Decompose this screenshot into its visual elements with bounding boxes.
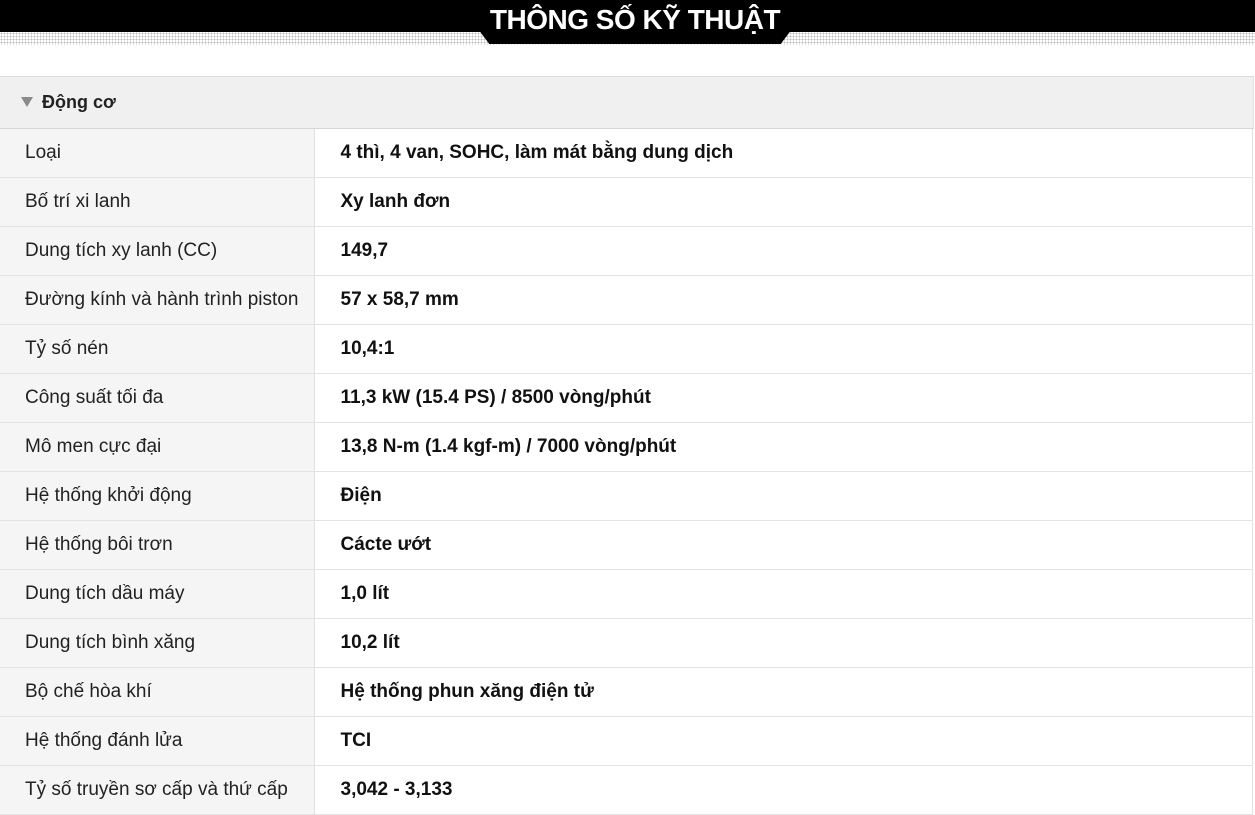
spec-value: 149,7 [314,226,1253,276]
page-title: THÔNG SỐ KỸ THUẬT [489,4,781,35]
spec-row: Đường kính và hành trình piston 57 x 58,… [0,275,1253,325]
spec-row: Dung tích dầu máy 1,0 lít [0,569,1253,619]
spec-row: Bộ chế hòa khí Hệ thống phun xăng điện t… [0,667,1253,717]
spec-value: 57 x 58,7 mm [314,275,1253,325]
spec-table: Loại 4 thì, 4 van, SOHC, làm mát bằng du… [0,129,1253,815]
spec-row: Mô men cực đại 13,8 N-m (1.4 kgf-m) / 70… [0,422,1253,472]
spec-value: 10,2 lít [314,618,1253,668]
spec-row: Hệ thống khởi động Điện [0,471,1253,521]
spec-label: Dung tích dầu máy [0,569,315,619]
spec-label: Dung tích xy lanh (CC) [0,226,315,276]
spec-label: Hệ thống đánh lửa [0,716,315,766]
triangle-down-icon[interactable] [21,97,33,107]
spec-label: Hệ thống bôi trơn [0,520,315,570]
spec-row: Tỷ số truyền sơ cấp và thứ cấp 3,042 - 3… [0,765,1253,815]
spec-value: Hệ thống phun xăng điện tử [314,667,1253,717]
spec-label: Tỷ số nén [0,324,315,374]
spec-value: Điện [314,471,1253,521]
spec-row: Hệ thống bôi trơn Cácte ướt [0,520,1253,570]
spec-label: Đường kính và hành trình piston [0,275,315,325]
spec-label: Loại [0,129,315,178]
spec-label: Tỷ số truyền sơ cấp và thứ cấp [0,765,315,815]
spec-row: Tỷ số nén 10,4:1 [0,324,1253,374]
spec-label: Bộ chế hòa khí [0,667,315,717]
spec-value: 11,3 kW (15.4 PS) / 8500 vòng/phút [314,373,1253,423]
spec-table-body: Loại 4 thì, 4 van, SOHC, làm mát bằng du… [0,129,1253,815]
spec-value: TCI [314,716,1253,766]
spec-value: 1,0 lít [314,569,1253,619]
spec-row: Dung tích xy lanh (CC) 149,7 [0,226,1253,276]
spec-row: Loại 4 thì, 4 van, SOHC, làm mát bằng du… [0,129,1253,178]
spec-row: Hệ thống đánh lửa TCI [0,716,1253,766]
spec-value: Cácte ướt [314,520,1253,570]
section-header-engine[interactable]: Động cơ [0,76,1254,129]
section-title[interactable]: Động cơ [42,77,116,128]
spec-value: 3,042 - 3,133 [314,765,1253,815]
spec-label: Dung tích bình xăng [0,618,315,668]
spec-row: Dung tích bình xăng 10,2 lít [0,618,1253,668]
spec-row: Bố trí xi lanh Xy lanh đơn [0,177,1253,227]
spec-banner: THÔNG SỐ KỸ THUẬT [0,0,1255,45]
spec-label: Mô men cực đại [0,422,315,472]
spec-value: 13,8 N-m (1.4 kgf-m) / 7000 vòng/phút [314,422,1253,472]
spec-label: Công suất tối đa [0,373,315,423]
spec-label: Hệ thống khởi động [0,471,315,521]
spec-value: 4 thì, 4 van, SOHC, làm mát bằng dung dị… [314,129,1253,178]
spec-label: Bố trí xi lanh [0,177,315,227]
spec-row: Công suất tối đa 11,3 kW (15.4 PS) / 850… [0,373,1253,423]
spec-value: Xy lanh đơn [314,177,1253,227]
spec-value: 10,4:1 [314,324,1253,374]
